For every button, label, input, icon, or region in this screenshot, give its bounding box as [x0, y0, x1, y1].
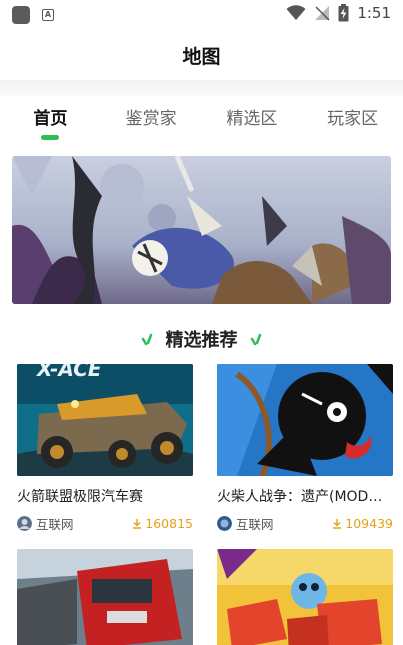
tab-home[interactable]: 首页 — [0, 96, 101, 146]
tab-label: 首页 — [33, 109, 68, 129]
keyboard-a-icon: A — [42, 9, 54, 21]
no-signal-icon — [315, 6, 330, 21]
status-time: 1:51 — [357, 4, 391, 22]
svg-text:X-ACE: X-ACE — [35, 364, 102, 381]
banner-artwork — [12, 156, 391, 304]
page-title: 地图 — [182, 46, 221, 68]
source-avatar — [17, 516, 32, 531]
source-label: 互联网 — [36, 517, 74, 532]
game-card[interactable] — [17, 549, 193, 645]
download-value: 109439 — [345, 516, 393, 531]
tab-players[interactable]: 玩家区 — [302, 96, 403, 146]
sparkle-right-icon — [250, 333, 261, 346]
download-count: 160815 — [132, 516, 193, 531]
section-header: 精选推荐 — [0, 326, 403, 354]
title-bar: 地图 — [0, 30, 403, 80]
status-bar: A 1:51 — [0, 0, 403, 30]
sparkle-left-icon — [142, 333, 153, 346]
game-card[interactable] — [217, 549, 393, 645]
tab-active-indicator — [41, 135, 60, 140]
tab-label: 玩家区 — [327, 109, 379, 129]
game-source: 互联网 — [217, 514, 274, 533]
game-thumbnail[interactable]: X-ACE — [17, 364, 193, 476]
game-title[interactable]: 火箭联盟极限汽车赛 — [17, 486, 193, 506]
notification-app-icon — [12, 6, 30, 24]
header-divider — [0, 80, 403, 96]
game-title[interactable]: 火柴人战争：遗产(MOD… — [217, 486, 393, 506]
tab-connoisseur[interactable]: 鉴赏家 — [101, 96, 202, 146]
battery-charging-icon — [338, 4, 349, 22]
game-thumbnail[interactable] — [217, 364, 393, 476]
game-card[interactable]: 火柴人战争：遗产(MOD… 互联网 109439 — [217, 364, 393, 533]
tab-label: 鉴赏家 — [125, 109, 177, 129]
tab-bar: 首页 鉴赏家 精选区 玩家区 — [0, 96, 403, 146]
download-value: 160815 — [145, 516, 193, 531]
download-icon — [333, 519, 342, 529]
wifi-icon — [286, 5, 306, 20]
promo-banner[interactable] — [12, 156, 391, 304]
game-source: 互联网 — [17, 514, 74, 533]
tab-featured[interactable]: 精选区 — [202, 96, 303, 146]
game-thumbnail[interactable] — [17, 549, 193, 645]
source-avatar — [217, 516, 232, 531]
download-icon — [133, 519, 142, 529]
tab-label: 精选区 — [226, 109, 278, 129]
download-count: 109439 — [332, 516, 393, 531]
game-thumbnail[interactable] — [217, 549, 393, 645]
game-card[interactable]: X-ACE 火箭联盟极限汽车赛 互联网 160815 — [17, 364, 193, 533]
section-title: 精选推荐 — [165, 330, 238, 351]
source-label: 互联网 — [236, 517, 274, 532]
